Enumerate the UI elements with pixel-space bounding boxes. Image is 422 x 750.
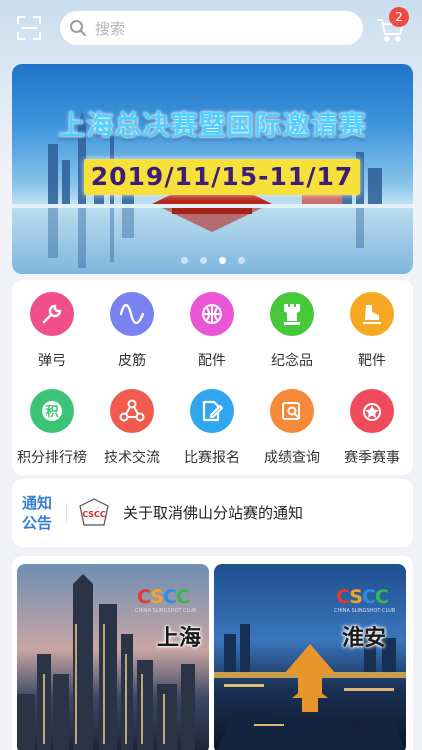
search-icon xyxy=(70,20,86,36)
menu-label: 皮筋 xyxy=(118,353,146,369)
banner-title: 上海总决赛暨国际邀请赛 xyxy=(58,111,367,142)
city-events-section: CSCC CHINA SLINGSHOT CLUB 上海 CSCC CHINA … xyxy=(12,556,413,750)
menu-item-registration[interactable]: 比赛报名 xyxy=(172,377,252,466)
menu-label: 成绩查询 xyxy=(264,450,320,466)
skate-icon xyxy=(350,292,394,336)
menu-label: 技术交流 xyxy=(104,450,160,466)
menu-item-target[interactable]: 靶件 xyxy=(332,280,412,369)
city-card-logo: CSCC xyxy=(336,586,389,608)
menu-label: 弹弓 xyxy=(38,353,66,369)
search-input[interactable]: 搜索 xyxy=(60,11,363,45)
city-card-huaian[interactable]: CSCC CHINA SLINGSHOT CLUB 淮安 xyxy=(214,564,406,750)
category-menu: 弹弓 皮筋 配件 纪念品 靶件 积 积分排行榜 技术交流 比赛报名 成绩查询 赛… xyxy=(12,280,413,475)
menu-label: 配件 xyxy=(198,353,226,369)
scan-icon[interactable] xyxy=(16,15,42,41)
city-name: 淮安 xyxy=(342,625,387,651)
notice-text: 关于取消佛山分站赛的通知 xyxy=(123,504,304,522)
banner-dot-active[interactable] xyxy=(218,257,226,264)
svg-text:积: 积 xyxy=(45,404,58,420)
banner-dot[interactable] xyxy=(237,257,245,264)
points-icon: 积 xyxy=(30,389,74,433)
edit-icon xyxy=(190,389,234,433)
share-icon xyxy=(110,389,154,433)
top-bar: 搜索 2 xyxy=(0,0,422,58)
cart-badge: 2 xyxy=(389,7,409,27)
menu-label: 纪念品 xyxy=(271,353,313,369)
menu-label: 比赛报名 xyxy=(184,450,240,466)
menu-item-ranking[interactable]: 积 积分排行榜 xyxy=(12,377,92,466)
svg-text:CSCC: CSCC xyxy=(82,510,106,519)
menu-item-tech-exchange[interactable]: 技术交流 xyxy=(92,377,172,466)
banner-dot[interactable] xyxy=(199,257,207,264)
search-placeholder: 搜索 xyxy=(95,19,126,38)
banner-date: 2019/11/15-11/17 xyxy=(84,159,360,195)
banner-dot[interactable] xyxy=(180,257,188,264)
event-banner[interactable]: 上海总决赛暨国际邀请赛 2019/11/15-11/17 xyxy=(12,64,413,274)
menu-item-souvenir[interactable]: 纪念品 xyxy=(252,280,332,369)
notice-tag-line: 通知 xyxy=(22,494,53,512)
menu-item-season-events[interactable]: 赛季赛事 xyxy=(332,377,412,466)
menu-item-score-query[interactable]: 成绩查询 xyxy=(252,377,332,466)
menu-label: 积分排行榜 xyxy=(17,450,87,466)
menu-item-slingshot[interactable]: 弹弓 xyxy=(12,280,92,369)
menu-item-rubber[interactable]: 皮筋 xyxy=(92,280,172,369)
club-logo: CSCC xyxy=(79,498,109,526)
wrench-icon xyxy=(30,292,74,336)
city-card-logo-sub: CHINA SLINGSHOT CLUB xyxy=(334,608,396,614)
medal-icon xyxy=(350,389,394,433)
banner-pagination xyxy=(12,257,413,264)
notice-tag: 通知 公告 xyxy=(22,493,56,533)
wave-icon xyxy=(110,292,154,336)
city-card-logo: CSCC xyxy=(137,586,190,608)
notice-tag-line: 公告 xyxy=(22,514,53,532)
menu-label: 靶件 xyxy=(358,353,386,369)
city-card-shanghai[interactable]: CSCC CHINA SLINGSHOT CLUB 上海 xyxy=(17,564,209,750)
menu-label: 赛季赛事 xyxy=(344,450,400,466)
menu-item-accessories[interactable]: 配件 xyxy=(172,280,252,369)
rook-icon xyxy=(270,292,314,336)
search-doc-icon xyxy=(270,389,314,433)
basketball-icon xyxy=(190,292,234,336)
city-card-logo-sub: CHINA SLINGSHOT CLUB xyxy=(135,608,197,614)
city-name: 上海 xyxy=(157,625,202,651)
notice-bar[interactable]: 通知 公告 CSCC 关于取消佛山分站赛的通知 xyxy=(12,479,413,547)
divider xyxy=(66,503,67,523)
